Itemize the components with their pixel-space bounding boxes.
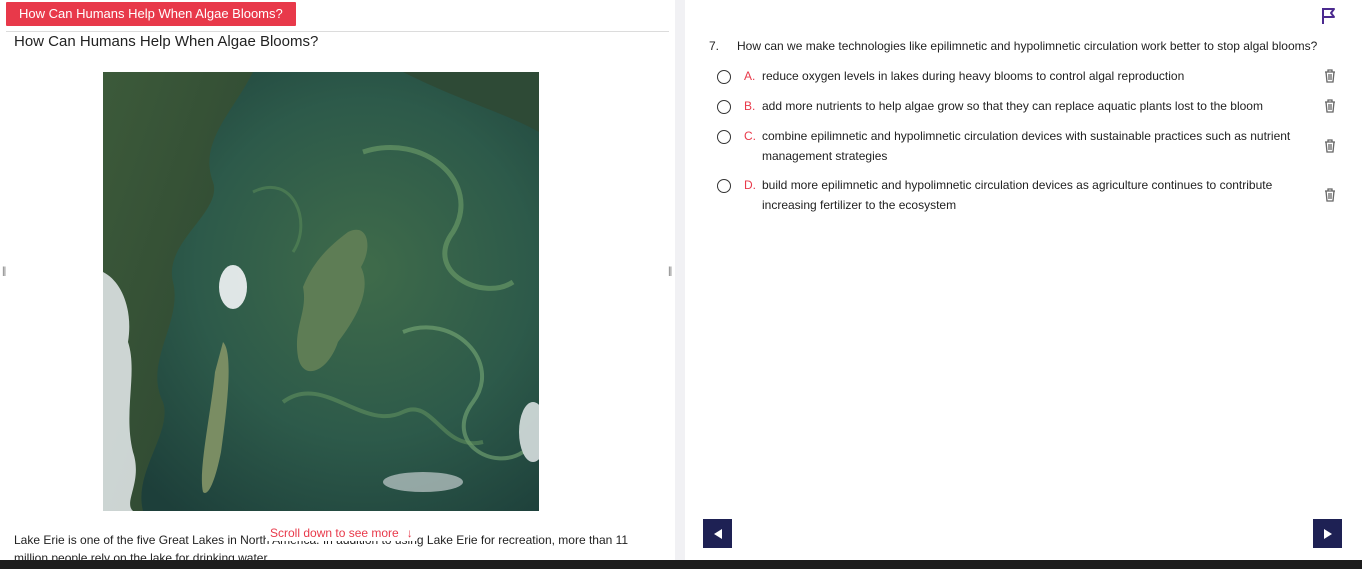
triangle-right-icon [1323,528,1332,539]
scroll-down-hint[interactable]: Scroll down to see more ↓ [266,525,417,541]
answer-option-d[interactable]: D. build more epilimnetic and hypolimnet… [717,178,1337,215]
trash-icon [1325,69,1335,83]
option-text-c: combine epilimnetic and hypolimnetic cir… [762,129,1291,163]
answer-option-c[interactable]: C. combine epilimnetic and hypolimnetic … [717,129,1337,166]
bottom-toolbar [0,560,1362,569]
triangle-left-icon [713,528,722,539]
question-pane: 7. How can we make technologies like epi… [685,0,1362,560]
passage-pane: How Can Humans Help When Algae Blooms? H… [0,0,675,560]
pane-resize-handle-left[interactable]: || [2,266,6,277]
option-text-d: build more epilimnetic and hypolimnetic … [762,178,1273,212]
satellite-image-algae-bloom [103,72,539,511]
eliminate-option-d-button[interactable] [1324,188,1336,202]
pane-resize-handle-center-left[interactable]: || [668,266,672,277]
passage-tab-label: How Can Humans Help When Algae Blooms? [6,2,296,26]
scroll-hint-label: Scroll down to see more [270,526,399,540]
satellite-image-graphic [103,72,539,511]
radio-button-a[interactable] [717,70,731,84]
option-letter-c: C. [744,129,756,143]
app: How Can Humans Help When Algae Blooms? H… [0,0,1362,569]
option-letter-a: A. [744,69,756,83]
previous-question-button[interactable] [703,519,732,548]
trash-icon [1325,99,1335,113]
answer-option-b[interactable]: B. add more nutrients to help algae grow… [717,99,1337,116]
option-letter-b: B. [744,99,756,113]
eliminate-option-a-button[interactable] [1324,69,1336,83]
eliminate-option-b-button[interactable] [1324,99,1336,113]
radio-button-b[interactable] [717,100,731,114]
radio-button-d[interactable] [717,179,731,193]
divider [6,31,669,32]
flag-icon [1322,8,1335,24]
question-text: How can we make technologies like epilim… [737,39,1318,53]
flag-question-button[interactable] [1320,6,1338,26]
trash-icon [1325,139,1335,153]
passage-title: How Can Humans Help When Algae Blooms? [14,33,319,50]
arrow-down-icon: ↓ [406,526,413,540]
option-text-b: add more nutrients to help algae grow so… [762,99,1263,113]
eliminate-option-c-button[interactable] [1324,139,1336,153]
option-text-a: reduce oxygen levels in lakes during hea… [762,69,1185,83]
answer-option-a[interactable]: A. reduce oxygen levels in lakes during … [717,69,1337,86]
next-question-button[interactable] [1313,519,1342,548]
option-letter-d: D. [744,178,756,192]
radio-button-c[interactable] [717,130,731,144]
question-number: 7. [709,39,720,53]
trash-icon [1325,188,1335,202]
